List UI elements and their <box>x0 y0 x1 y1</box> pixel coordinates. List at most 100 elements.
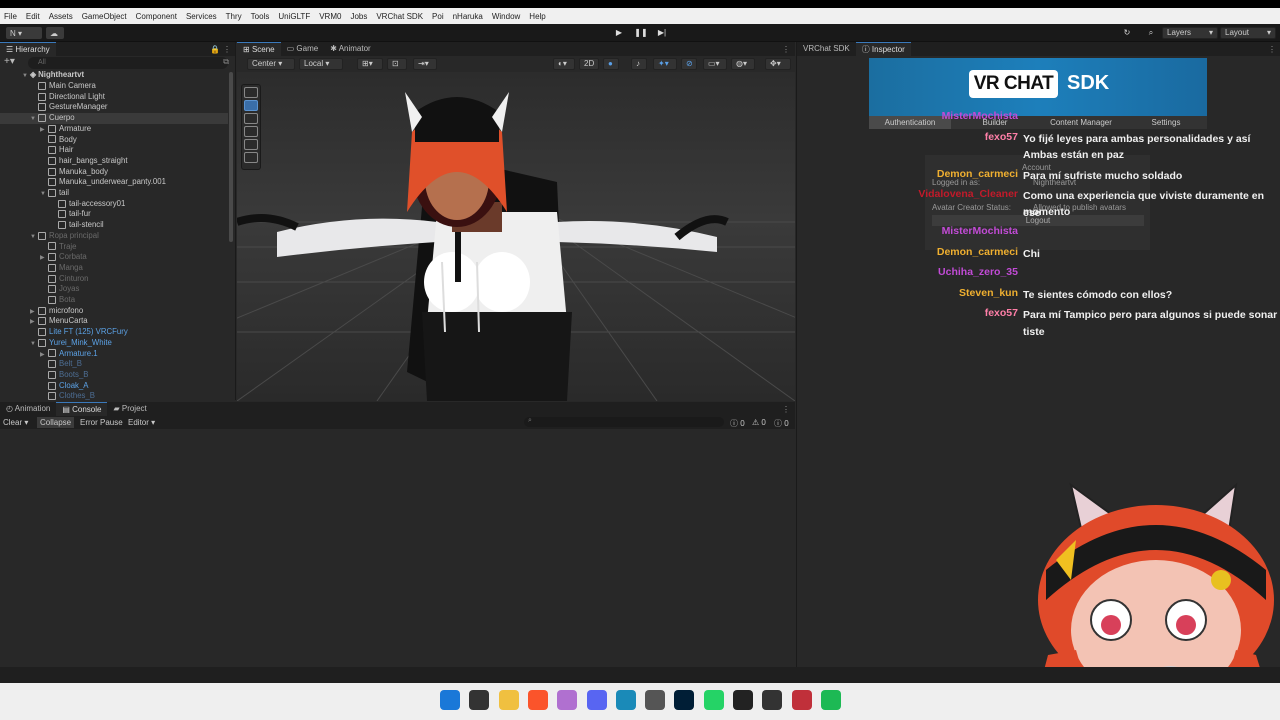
hierarchy-item[interactable]: Traje <box>0 242 228 253</box>
hierarchy-item[interactable]: Manga <box>0 263 228 274</box>
menu-vrm0[interactable]: VRM0 <box>319 12 341 21</box>
console-log-area[interactable] <box>0 429 795 667</box>
hierarchy-item[interactable]: ▶ Armature <box>0 124 228 135</box>
audio-icon[interactable]: ♪ <box>631 58 647 70</box>
menu-services[interactable]: Services <box>186 12 217 21</box>
filter-icon[interactable]: ⧉ <box>223 57 229 67</box>
layers-dropdown[interactable]: Layers ▾ <box>1162 27 1218 39</box>
hierarchy-item[interactable]: ▼ Ropa principal <box>0 231 228 242</box>
hierarchy-item[interactable]: ▶ Armature.1 <box>0 349 228 360</box>
hierarchy-item[interactable]: Directional Light <box>0 92 228 103</box>
unity-icon[interactable] <box>645 690 666 710</box>
scene-root[interactable]: ▼ ◈ Nightheartvt <box>0 70 228 81</box>
tab-project[interactable]: ▰ Project <box>107 402 152 416</box>
collapse-toggle[interactable]: Collapse <box>37 417 75 428</box>
menu-unigltf[interactable]: UniGLTF <box>278 12 310 21</box>
hierarchy-search-input[interactable]: All <box>28 57 228 69</box>
whatsapp-icon[interactable] <box>703 690 724 710</box>
menu-tools[interactable]: Tools <box>251 12 270 21</box>
sdk-tab-settings[interactable]: Settings <box>1125 116 1207 129</box>
hierarchy-item[interactable]: GestureManager <box>0 102 228 113</box>
menu-vrchat-sdk[interactable]: VRChat SDK <box>376 12 423 21</box>
editor-dropdown[interactable]: Editor ▾ <box>128 418 155 427</box>
menu-gameobject[interactable]: GameObject <box>82 12 127 21</box>
move-icon[interactable]: ✥▾ <box>765 58 791 70</box>
move-tool-icon[interactable] <box>244 100 258 111</box>
error-pause-toggle[interactable]: Error Pause <box>80 418 123 427</box>
shading-icon[interactable]: ◐▾ <box>553 58 575 70</box>
account-dropdown[interactable]: N ▾ <box>6 27 42 39</box>
menu-window[interactable]: Window <box>492 12 520 21</box>
hierarchy-item[interactable]: Boots_B <box>0 370 228 381</box>
pivot-dropdown[interactable]: Center ▾ <box>247 58 295 70</box>
menu-poi[interactable]: Poi <box>432 12 444 21</box>
tab-console[interactable]: ▤ Console <box>56 402 108 416</box>
vs-icon[interactable] <box>791 690 812 710</box>
scale-tool-icon[interactable] <box>244 126 258 137</box>
kitty-icon[interactable] <box>557 690 578 710</box>
console-search-input[interactable]: ⌕ <box>524 417 724 427</box>
rotate-tool-icon[interactable] <box>244 113 258 124</box>
scene-more-icon[interactable]: ⋮ <box>782 45 790 54</box>
hierarchy-item[interactable]: Manuka_body <box>0 167 228 178</box>
play-icon[interactable]: ▶ <box>612 27 626 39</box>
hierarchy-item[interactable]: ▼ Yurei_Mink_White <box>0 338 228 349</box>
hierarchy-item[interactable]: ▶ Corbata <box>0 252 228 263</box>
tab-hierarchy[interactable]: ☰ Hierarchy <box>0 42 56 56</box>
capture-icon[interactable] <box>615 690 636 710</box>
photoshop-icon[interactable] <box>674 690 695 710</box>
search-icon[interactable] <box>469 690 490 710</box>
unity-editor-icon[interactable] <box>733 690 753 710</box>
hierarchy-item[interactable]: hair_bangs_straight <box>0 156 228 167</box>
hierarchy-item[interactable]: ▶ microfono <box>0 306 228 317</box>
grid-snap-icon[interactable]: ⊞▾ <box>357 58 383 70</box>
tab-animator[interactable]: ✱ Animator <box>324 42 377 56</box>
hierarchy-item[interactable]: tail-accessory01 <box>0 199 228 210</box>
transform-tool-icon[interactable] <box>244 152 258 163</box>
hierarchy-item[interactable]: ▶ MenuCarta <box>0 316 228 327</box>
layout-dropdown[interactable]: Layout ▾ <box>1220 27 1276 39</box>
menu-edit[interactable]: Edit <box>26 12 40 21</box>
spotify-icon[interactable] <box>820 690 841 710</box>
menu-help[interactable]: Help <box>529 12 545 21</box>
console-more-icon[interactable]: ⋮ <box>782 405 790 414</box>
history-icon[interactable]: ↻ <box>1120 27 1134 39</box>
menu-file[interactable]: File <box>4 12 17 21</box>
hierarchy-item[interactable]: Manuka_underwear_panty.001 <box>0 177 228 188</box>
menu-thry[interactable]: Thry <box>226 12 242 21</box>
error-count[interactable]: ⓘ 0 <box>774 418 789 429</box>
add-icon[interactable]: +▾ <box>4 56 15 67</box>
effects-icon[interactable]: ✦▾ <box>653 58 677 70</box>
hierarchy-item[interactable]: Cloak_A <box>0 381 228 392</box>
hierarchy-item[interactable]: tail-fur <box>0 209 228 220</box>
hand-tool-icon[interactable] <box>244 87 258 98</box>
hierarchy-item[interactable]: Lite FT (125) VRCFury <box>0 327 228 338</box>
info-count[interactable]: ⓘ 0 <box>730 418 745 429</box>
hierarchy-item[interactable]: Main Camera <box>0 81 228 92</box>
toggle-2d-button[interactable]: 2D <box>579 58 599 70</box>
hierarchy-item[interactable]: ▼ Cuerpo <box>0 113 228 124</box>
tab-animation[interactable]: ◴ Animation <box>0 402 56 416</box>
hierarchy-item[interactable]: Joyas <box>0 284 228 295</box>
lock-icon[interactable]: 🔒 <box>210 45 220 54</box>
tab-vrchat-sdk[interactable]: VRChat SDK <box>797 42 856 56</box>
obs-icon[interactable] <box>762 690 783 710</box>
more-icon[interactable]: ⋮ <box>223 45 231 54</box>
cloud-icon[interactable]: ☁ <box>46 27 64 39</box>
sdk-tab-content-manager[interactable]: Content Manager <box>1039 116 1123 129</box>
tab-inspector[interactable]: ⓘ Inspector <box>855 42 911 56</box>
pause-icon[interactable]: ❚❚ <box>634 27 648 39</box>
lighting-icon[interactable]: ● <box>603 58 619 70</box>
hierarchy-item[interactable]: Bota <box>0 295 228 306</box>
scene-viewport[interactable] <box>237 72 795 401</box>
hierarchy-item[interactable]: Belt_B <box>0 359 228 370</box>
gizmos-icon[interactable]: ◍▾ <box>731 58 755 70</box>
tab-scene[interactable]: ⊞ Scene <box>237 42 281 56</box>
space-dropdown[interactable]: Local ▾ <box>299 58 343 70</box>
windows-icon[interactable] <box>440 690 460 710</box>
increment-icon[interactable]: ⇥▾ <box>413 58 437 70</box>
clear-button[interactable]: Clear ▾ <box>3 418 28 427</box>
menu-jobs[interactable]: Jobs <box>350 12 367 21</box>
inspector-more-icon[interactable]: ⋮ <box>1268 45 1276 54</box>
hierarchy-item[interactable]: Hair <box>0 145 228 156</box>
